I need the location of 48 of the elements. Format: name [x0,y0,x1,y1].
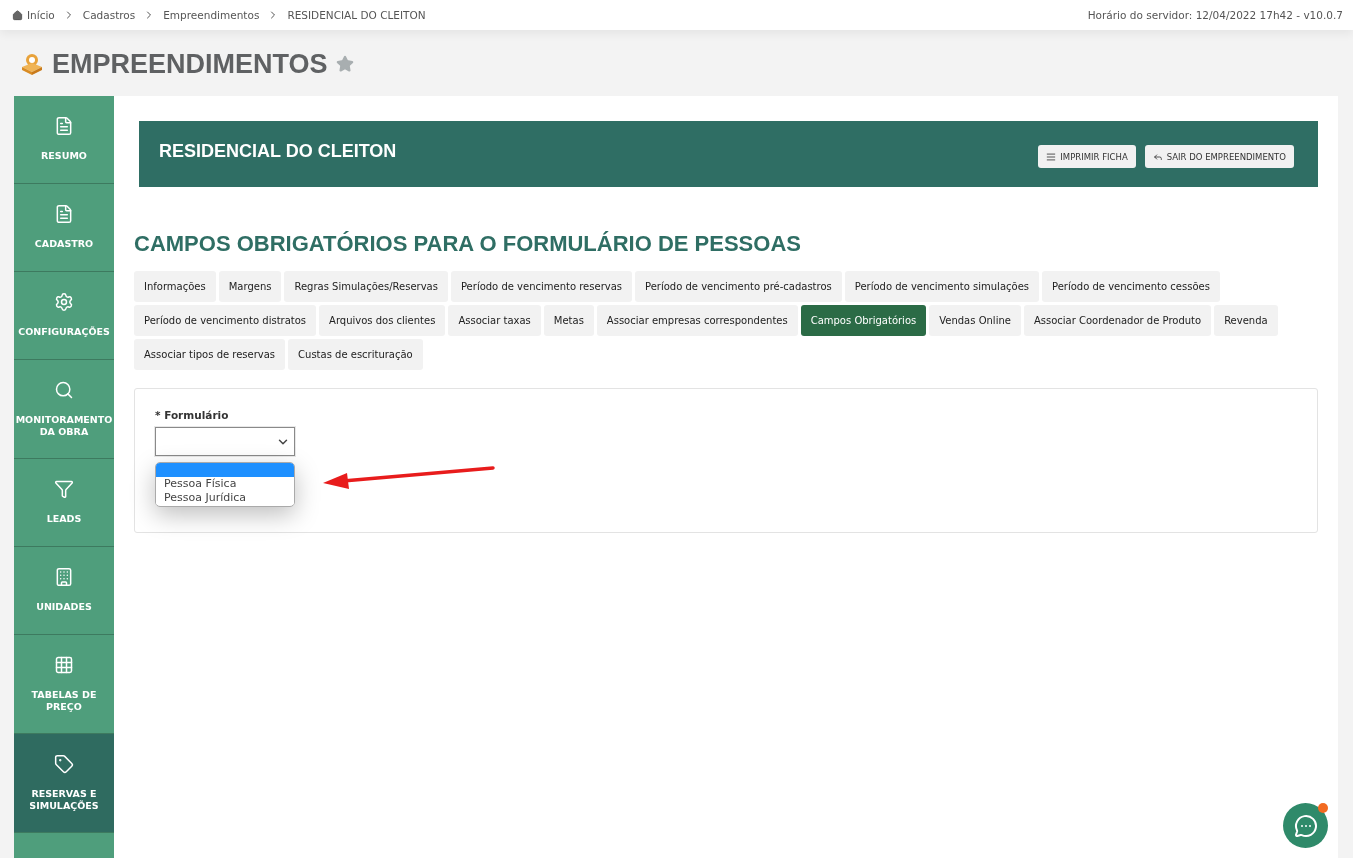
tag-icon [54,754,74,774]
header-title: RESIDENCIAL DO CLEITON [159,141,397,162]
tab[interactable]: Revenda [1214,305,1278,336]
tab[interactable]: Metas [543,305,594,336]
box-gear-icon [20,53,44,75]
breadcrumb-link[interactable]: RESIDENCIAL DO CLEITON [287,9,426,21]
tab[interactable]: Associar Coordenador de Produto [1023,305,1212,336]
dropdown-option[interactable]: Pessoa Jurídica [156,491,294,505]
tab[interactable]: Margens [218,271,282,302]
chat-icon [1293,813,1318,838]
section-title: CAMPOS OBRIGATÓRIOS PARA O FORMULÁRIO DE PESSOAS [134,231,802,257]
settings-icon [54,292,74,312]
header-button[interactable]: SAIR DO EMPREENDIMENTO [1144,145,1294,168]
tab[interactable]: Período de vencimento distratos [134,305,317,336]
tab[interactable]: Arquivos dos clientes [319,305,446,336]
field-label: * Formulário [155,409,230,421]
tab[interactable]: Associar empresas correspondentes [596,305,798,336]
document-icon [54,204,74,224]
search-icon [54,380,74,400]
tab[interactable]: Informações [134,271,216,302]
page-title: EMPREENDIMENTOS [52,48,328,80]
tab[interactable]: Regras Simulações/Reservas [284,271,448,302]
tab[interactable]: Associar tipos de reservas [134,339,286,370]
tab[interactable]: Período de vencimento pré-cadastros [635,271,842,302]
tab[interactable]: Vendas Online [929,305,1021,336]
breadcrumb-link[interactable]: Cadastros [82,9,136,21]
reply-icon [1152,151,1163,162]
tab[interactable]: Período de vencimento simulações [844,271,1039,302]
notification-dot [1318,803,1328,813]
tab[interactable]: Campos Obrigatórios [800,305,927,336]
grid-icon [54,655,74,675]
building-icon [54,567,74,587]
sidebar-item[interactable]: RESERVAS E SIMULAÇÕES [14,734,114,833]
dropdown-option[interactable]: Pessoa Física [156,477,294,491]
select-field[interactable] [155,427,295,456]
server-time: Horário do servidor: 12/04/2022 17h42 - v10.0.7 [1087,9,1343,21]
document-icon [54,116,74,136]
list-icon [1046,151,1057,162]
tab[interactable]: Período de vencimento cessões [1042,271,1220,302]
tab[interactable]: Período de vencimento reservas [450,271,632,302]
funnel-icon [54,479,74,499]
breadcrumb-link[interactable]: Início [12,9,55,21]
breadcrumb-link[interactable]: Empreendimentos [163,9,260,21]
tab[interactable]: Custas de escrituração [288,339,423,370]
header-button[interactable]: IMPRIMIR FICHA [1038,145,1136,168]
tab[interactable]: Associar taxas [448,305,541,336]
home-icon [12,9,23,21]
star-icon[interactable] [335,55,354,73]
